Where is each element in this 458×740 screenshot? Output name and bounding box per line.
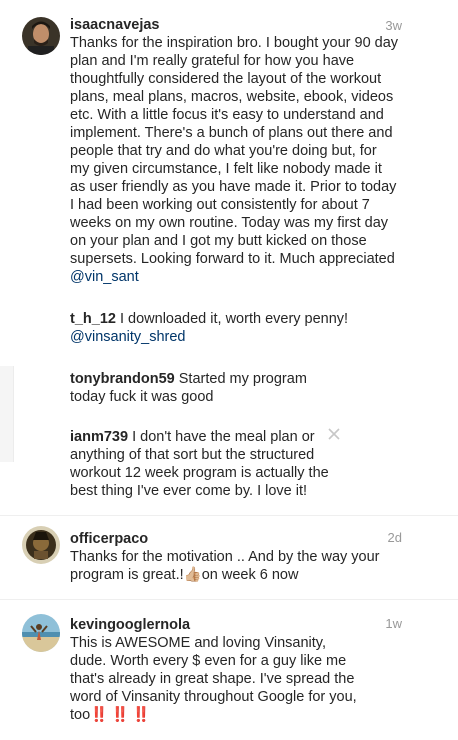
avatar[interactable] [22,526,60,564]
comment-username[interactable]: isaacnavejas [70,17,160,33]
comment-text-continued: on week 6 now [201,567,299,583]
double-exclamation-icon: ‼️ [111,707,129,723]
divider [0,599,458,600]
divider [0,515,458,516]
reply-item: ianm739 I don't have the meal plan or an… [70,428,345,500]
thumbs-up-icon: 👍🏼 [183,567,202,583]
profile-photo-isaacnavejas [22,17,60,55]
profile-photo-officerpaco [22,526,60,564]
reply-username[interactable]: tonybrandon59 [70,371,175,387]
double-exclamation-icon: ‼️ [132,707,150,723]
avatar[interactable] [22,17,60,55]
comment-body: kevingooglernola This is AWESOME and lov… [70,616,360,724]
reply-username[interactable]: t_h_12 [70,311,116,327]
comment-username[interactable]: officerpaco [70,531,148,547]
comment-username[interactable]: kevingooglernola [70,617,190,633]
reply-text: I downloaded it, worth every penny! [119,311,349,327]
reply-username[interactable]: ianm739 [70,429,128,445]
mention-link[interactable]: @vin_sant [70,269,139,285]
double-exclamation-icon: ‼️ [90,707,108,723]
avatar[interactable] [22,614,60,652]
close-icon[interactable] [326,426,342,442]
reply-item: tonybrandon59 Started my program today f… [70,370,320,406]
profile-photo-kevingooglernola [22,614,60,652]
comment-timestamp: 1w [385,616,402,631]
comment-text: Thanks for the inspiration bro. I bought… [70,35,399,267]
comment-body: officerpaco Thanks for the motivation ..… [70,530,380,584]
comment-body: isaacnavejas Thanks for the inspiration … [70,16,400,286]
reply-item: t_h_12 I downloaded it, worth every penn… [70,310,360,346]
mention-link[interactable]: @vinsanity_shred [70,329,185,345]
comment-timestamp: 2d [387,530,402,545]
reply-thread-indicator [0,366,14,462]
